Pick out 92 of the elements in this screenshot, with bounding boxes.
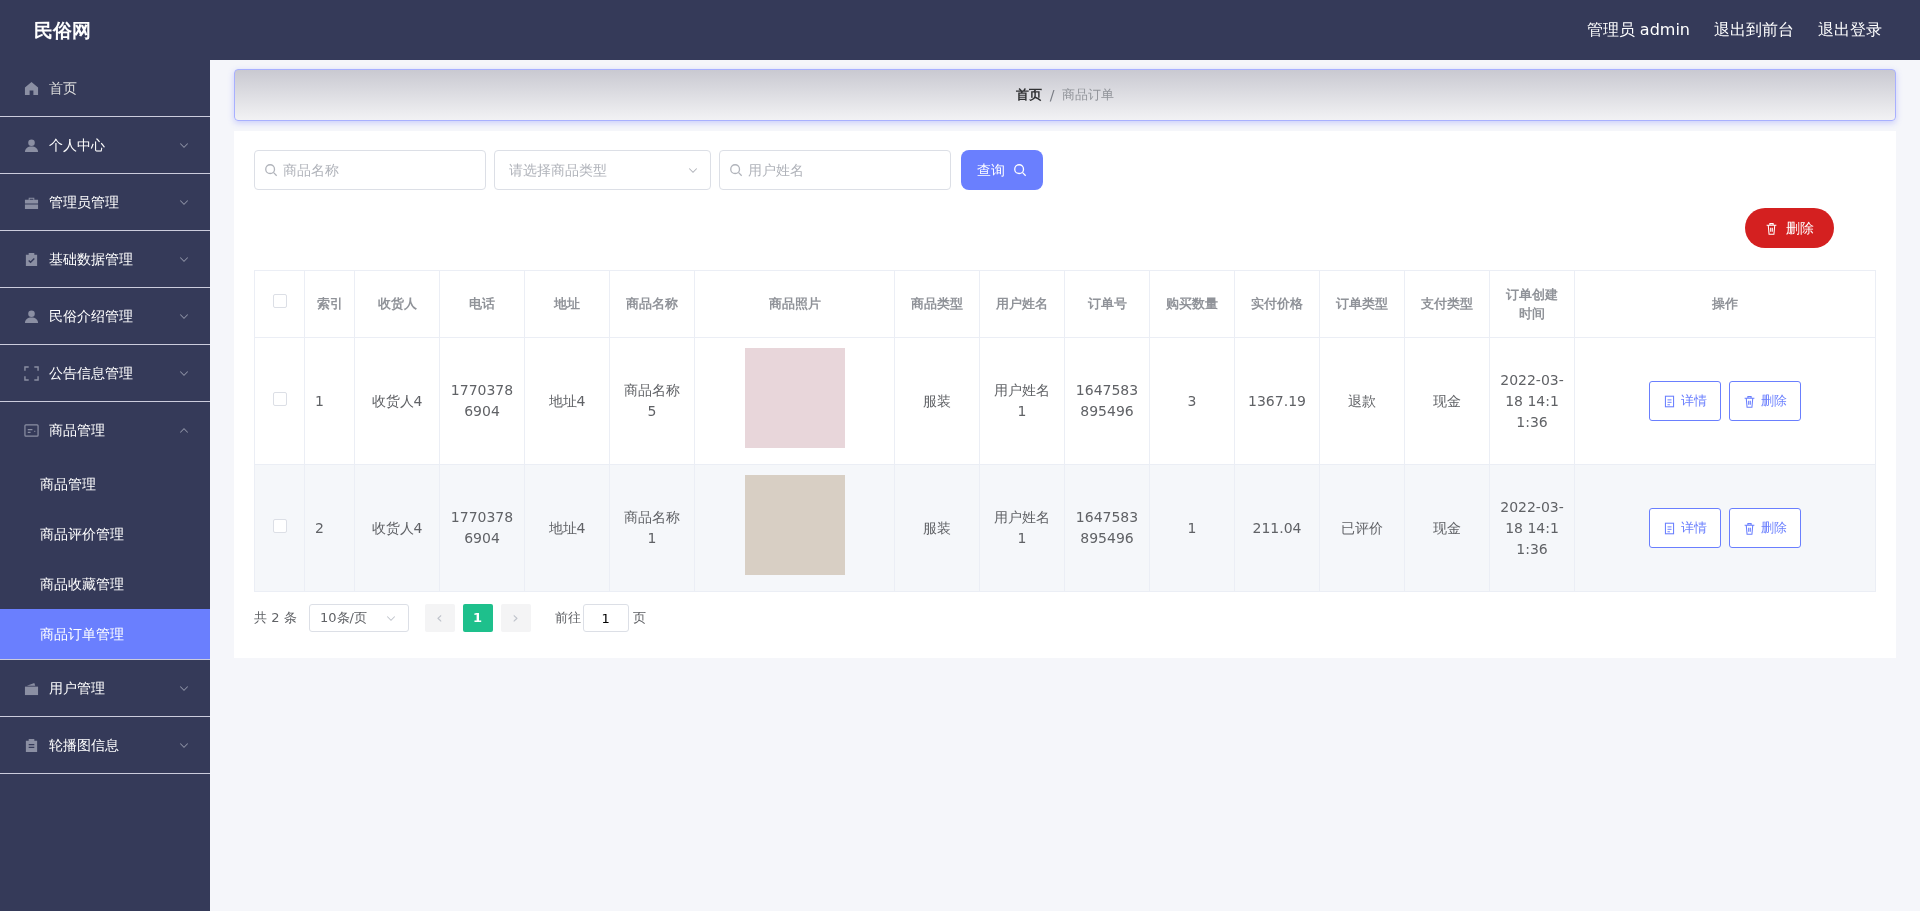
search-icon: [1013, 163, 1027, 177]
sidebar-item[interactable]: 首页: [0, 60, 210, 117]
person-icon: [24, 137, 39, 153]
table-cell: 3: [1187, 392, 1197, 409]
home-icon: [24, 80, 39, 96]
column-header: 用户姓名: [996, 296, 1048, 312]
table-cell: 退款: [1348, 392, 1376, 409]
sidebar-item[interactable]: 个人中心: [0, 117, 210, 174]
table-cell: 地址4: [548, 392, 586, 409]
table-cell: 地址4: [548, 519, 586, 536]
details-button[interactable]: 详情: [1649, 508, 1721, 548]
table-cell: 1647583895496: [1075, 509, 1139, 546]
table-cell: 2: [315, 519, 324, 536]
goto-label: 前往: [554, 609, 581, 628]
sidebar-item[interactable]: 基础数据管理: [0, 231, 210, 288]
page-suffix: 页: [632, 609, 646, 628]
wallet-icon: [24, 680, 39, 696]
card-icon: [24, 423, 39, 438]
search-field[interactable]: 商品名称: [254, 150, 486, 190]
breadcrumb-link[interactable]: 首页: [1015, 85, 1042, 105]
sidebar-item[interactable]: 公告信息管理: [0, 345, 210, 402]
column-header: 商品名称: [626, 296, 678, 312]
total-count: 共 2 条: [254, 609, 297, 628]
search-icon: [729, 163, 743, 177]
column-header: 购买数量: [1166, 296, 1218, 312]
column-header: 商品照片: [768, 296, 821, 312]
table-cell: 服装: [923, 392, 951, 409]
table-cell: 用户姓名1: [994, 509, 1050, 546]
site-logo: 民俗网: [34, 17, 91, 43]
column-header: 订单号: [1087, 296, 1127, 312]
sidebar-item[interactable]: 用户管理: [0, 660, 210, 717]
trash-icon: [1743, 394, 1756, 408]
nav-link[interactable]: 退出登录: [1818, 18, 1882, 42]
search-field[interactable]: 用户姓名: [719, 150, 951, 190]
table-cell: 已评价: [1341, 519, 1383, 536]
goto-page-input[interactable]: 1: [582, 604, 629, 632]
column-header: 收货人: [377, 296, 417, 312]
column-header: 索引: [316, 296, 343, 312]
select-all-checkbox[interactable]: [272, 294, 287, 309]
table-cell: 收货人4: [371, 519, 423, 536]
search-icon: [264, 163, 278, 177]
breadcrumb-separator: /: [1049, 85, 1055, 105]
column-header: 支付类型: [1421, 296, 1473, 312]
column-header: 实付价格: [1251, 296, 1303, 312]
clipboard-icon: [24, 737, 39, 753]
column-header: 操作: [1712, 296, 1738, 312]
table-cell: 1647583895496: [1075, 382, 1139, 419]
table-cell: 2022-03-18 14:11:36: [1500, 498, 1564, 557]
sidebar-item[interactable]: 民俗介绍管理: [0, 288, 210, 345]
table-cell: 收货人4: [371, 392, 423, 409]
row-checkbox[interactable]: [272, 518, 287, 533]
table-cell: 1: [315, 392, 324, 409]
person-icon: [24, 308, 39, 324]
delete-row-button[interactable]: 删除: [1729, 381, 1801, 421]
nav-link[interactable]: 退出到前台: [1714, 18, 1794, 42]
breadcrumb-current: 商品订单: [1062, 86, 1115, 105]
table-cell: 现金: [1433, 392, 1461, 409]
page-size-select[interactable]: 10条/页: [308, 604, 409, 632]
sidebar-subitem[interactable]: 商品管理: [0, 459, 210, 509]
table-cell: 2022-03-18 14:11:36: [1500, 371, 1564, 430]
sidebar-item[interactable]: 商品管理: [0, 402, 210, 459]
delete-button[interactable]: 删除: [1745, 208, 1834, 248]
document-icon: [1663, 521, 1676, 535]
table-cell: 用户姓名1: [994, 382, 1050, 419]
clipboard-check-icon: [24, 251, 39, 267]
trash-icon: [1743, 521, 1756, 535]
frame-icon: [24, 365, 39, 381]
table-cell: 17703786904: [450, 382, 514, 419]
user-label: 管理员 admin: [1586, 19, 1690, 41]
column-header: 电话: [469, 296, 495, 312]
delete-row-button[interactable]: 删除: [1729, 508, 1801, 548]
table-cell: 商品名称1: [624, 509, 680, 546]
table-cell: 1: [1187, 519, 1197, 536]
table-cell: 1367.19: [1248, 392, 1306, 409]
column-header: 订单创建时间: [1506, 286, 1558, 321]
sidebar-item[interactable]: 轮播图信息: [0, 717, 210, 774]
column-header: 商品类型: [911, 296, 963, 312]
table-cell: 商品名称5: [624, 382, 680, 419]
table-cell: 现金: [1433, 519, 1461, 536]
column-header: 地址: [554, 296, 580, 312]
sidebar-subitem[interactable]: 商品收藏管理: [0, 559, 210, 609]
row-checkbox[interactable]: [272, 391, 287, 406]
table-cell: 211.04: [1252, 519, 1302, 536]
trash-icon: [1765, 221, 1778, 235]
table-cell: 17703786904: [450, 509, 514, 546]
table-cell: 服装: [923, 519, 951, 536]
sidebar-subitem[interactable]: 商品评价管理: [0, 509, 210, 559]
category-select[interactable]: 请选择商品类型: [494, 150, 711, 190]
details-button[interactable]: 详情: [1649, 381, 1721, 421]
sidebar-item[interactable]: 管理员管理: [0, 174, 210, 231]
document-icon: [1663, 394, 1676, 408]
column-header: 订单类型: [1336, 296, 1388, 312]
